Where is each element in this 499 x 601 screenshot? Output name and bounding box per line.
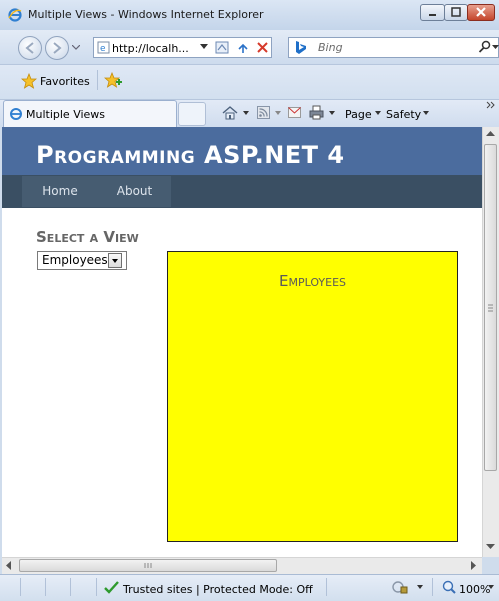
scroll-left-icon[interactable]	[6, 561, 12, 570]
vertical-scroll-thumb[interactable]	[484, 144, 497, 471]
status-divider	[45, 578, 46, 596]
more-commands-chevron-icon[interactable]	[486, 101, 495, 109]
bing-logo-icon	[296, 41, 306, 54]
close-icon	[476, 7, 486, 17]
site-title: Programming ASP.NET 4	[36, 141, 345, 169]
back-button[interactable]	[18, 36, 42, 60]
back-arrow-icon	[25, 42, 34, 54]
safety-menu[interactable]: Safety	[386, 108, 421, 121]
panel-title: Employees	[279, 272, 346, 290]
zoom-dropdown-icon[interactable]	[488, 585, 494, 589]
minimize-button[interactable]	[420, 4, 445, 21]
address-url[interactable]: http://localh...	[112, 42, 189, 55]
safety-menu-dropdown-icon[interactable]	[423, 111, 429, 115]
favorites-button[interactable]: Favorites	[40, 75, 90, 88]
search-options-chevron-icon[interactable]	[492, 45, 499, 50]
grip-icon	[144, 563, 152, 568]
feeds-icon[interactable]	[257, 106, 270, 119]
horizontal-scroll-thumb[interactable]	[19, 559, 277, 572]
ie-page-icon	[10, 108, 22, 120]
zoom-level[interactable]: 100%	[459, 583, 490, 596]
forward-button[interactable]	[45, 36, 69, 60]
status-divider	[20, 578, 21, 596]
ie-icon	[8, 8, 22, 22]
scroll-right-icon[interactable]	[471, 561, 477, 570]
tab-label[interactable]: Multiple Views	[26, 108, 105, 121]
address-dropdown-icon[interactable]	[200, 44, 208, 50]
view-select-arrow[interactable]	[108, 253, 122, 268]
home-dropdown-icon[interactable]	[243, 111, 249, 115]
status-divider	[96, 578, 97, 596]
zone-status[interactable]: Trusted sites | Protected Mode: Off	[123, 583, 313, 596]
new-tab-button[interactable]	[178, 102, 206, 126]
status-divider	[326, 578, 327, 596]
stop-icon[interactable]	[256, 41, 269, 54]
mail-icon[interactable]	[288, 107, 301, 118]
recent-pages-chevron-icon[interactable]	[72, 45, 80, 51]
page-icon: e	[97, 41, 110, 54]
status-divider	[70, 578, 71, 596]
chevron-down-icon	[112, 259, 118, 263]
menu-item-home[interactable]: Home	[22, 176, 98, 207]
page-menu[interactable]: Page	[345, 108, 372, 121]
close-button[interactable]	[467, 4, 495, 21]
scroll-down-icon[interactable]	[486, 544, 495, 550]
grip-icon	[488, 304, 493, 312]
window-title: Multiple Views - Windows Internet Explor…	[28, 8, 264, 21]
favorites-star-icon	[21, 73, 37, 89]
home-icon[interactable]	[222, 105, 238, 120]
svg-text:e: e	[100, 44, 106, 54]
maximize-icon	[451, 7, 461, 17]
print-icon[interactable]	[309, 105, 324, 120]
add-to-favorites-bar-icon[interactable]	[104, 72, 122, 89]
print-dropdown-icon[interactable]	[329, 111, 335, 115]
search-placeholder[interactable]: Bing	[318, 41, 343, 54]
select-view-heading: Select a View	[36, 228, 139, 246]
status-divider	[432, 578, 433, 596]
checkmark-icon	[104, 581, 119, 594]
view-panel	[167, 251, 458, 542]
protected-mode-dropdown-icon[interactable]	[417, 585, 423, 589]
forward-arrow-icon	[53, 42, 62, 54]
protected-mode-icon[interactable]	[392, 580, 408, 594]
maximize-button[interactable]	[444, 4, 468, 21]
search-icon[interactable]	[478, 40, 492, 54]
favorites-divider	[97, 70, 98, 90]
zoom-icon[interactable]	[442, 580, 456, 594]
refresh-icon[interactable]	[236, 40, 250, 55]
feeds-dropdown-icon[interactable]	[275, 111, 281, 115]
scroll-up-icon[interactable]	[486, 131, 495, 137]
page-menu-dropdown-icon[interactable]	[375, 111, 381, 115]
compatibility-view-icon[interactable]	[215, 40, 229, 55]
menu-item-about[interactable]: About	[98, 176, 171, 207]
minimize-icon	[429, 14, 436, 16]
